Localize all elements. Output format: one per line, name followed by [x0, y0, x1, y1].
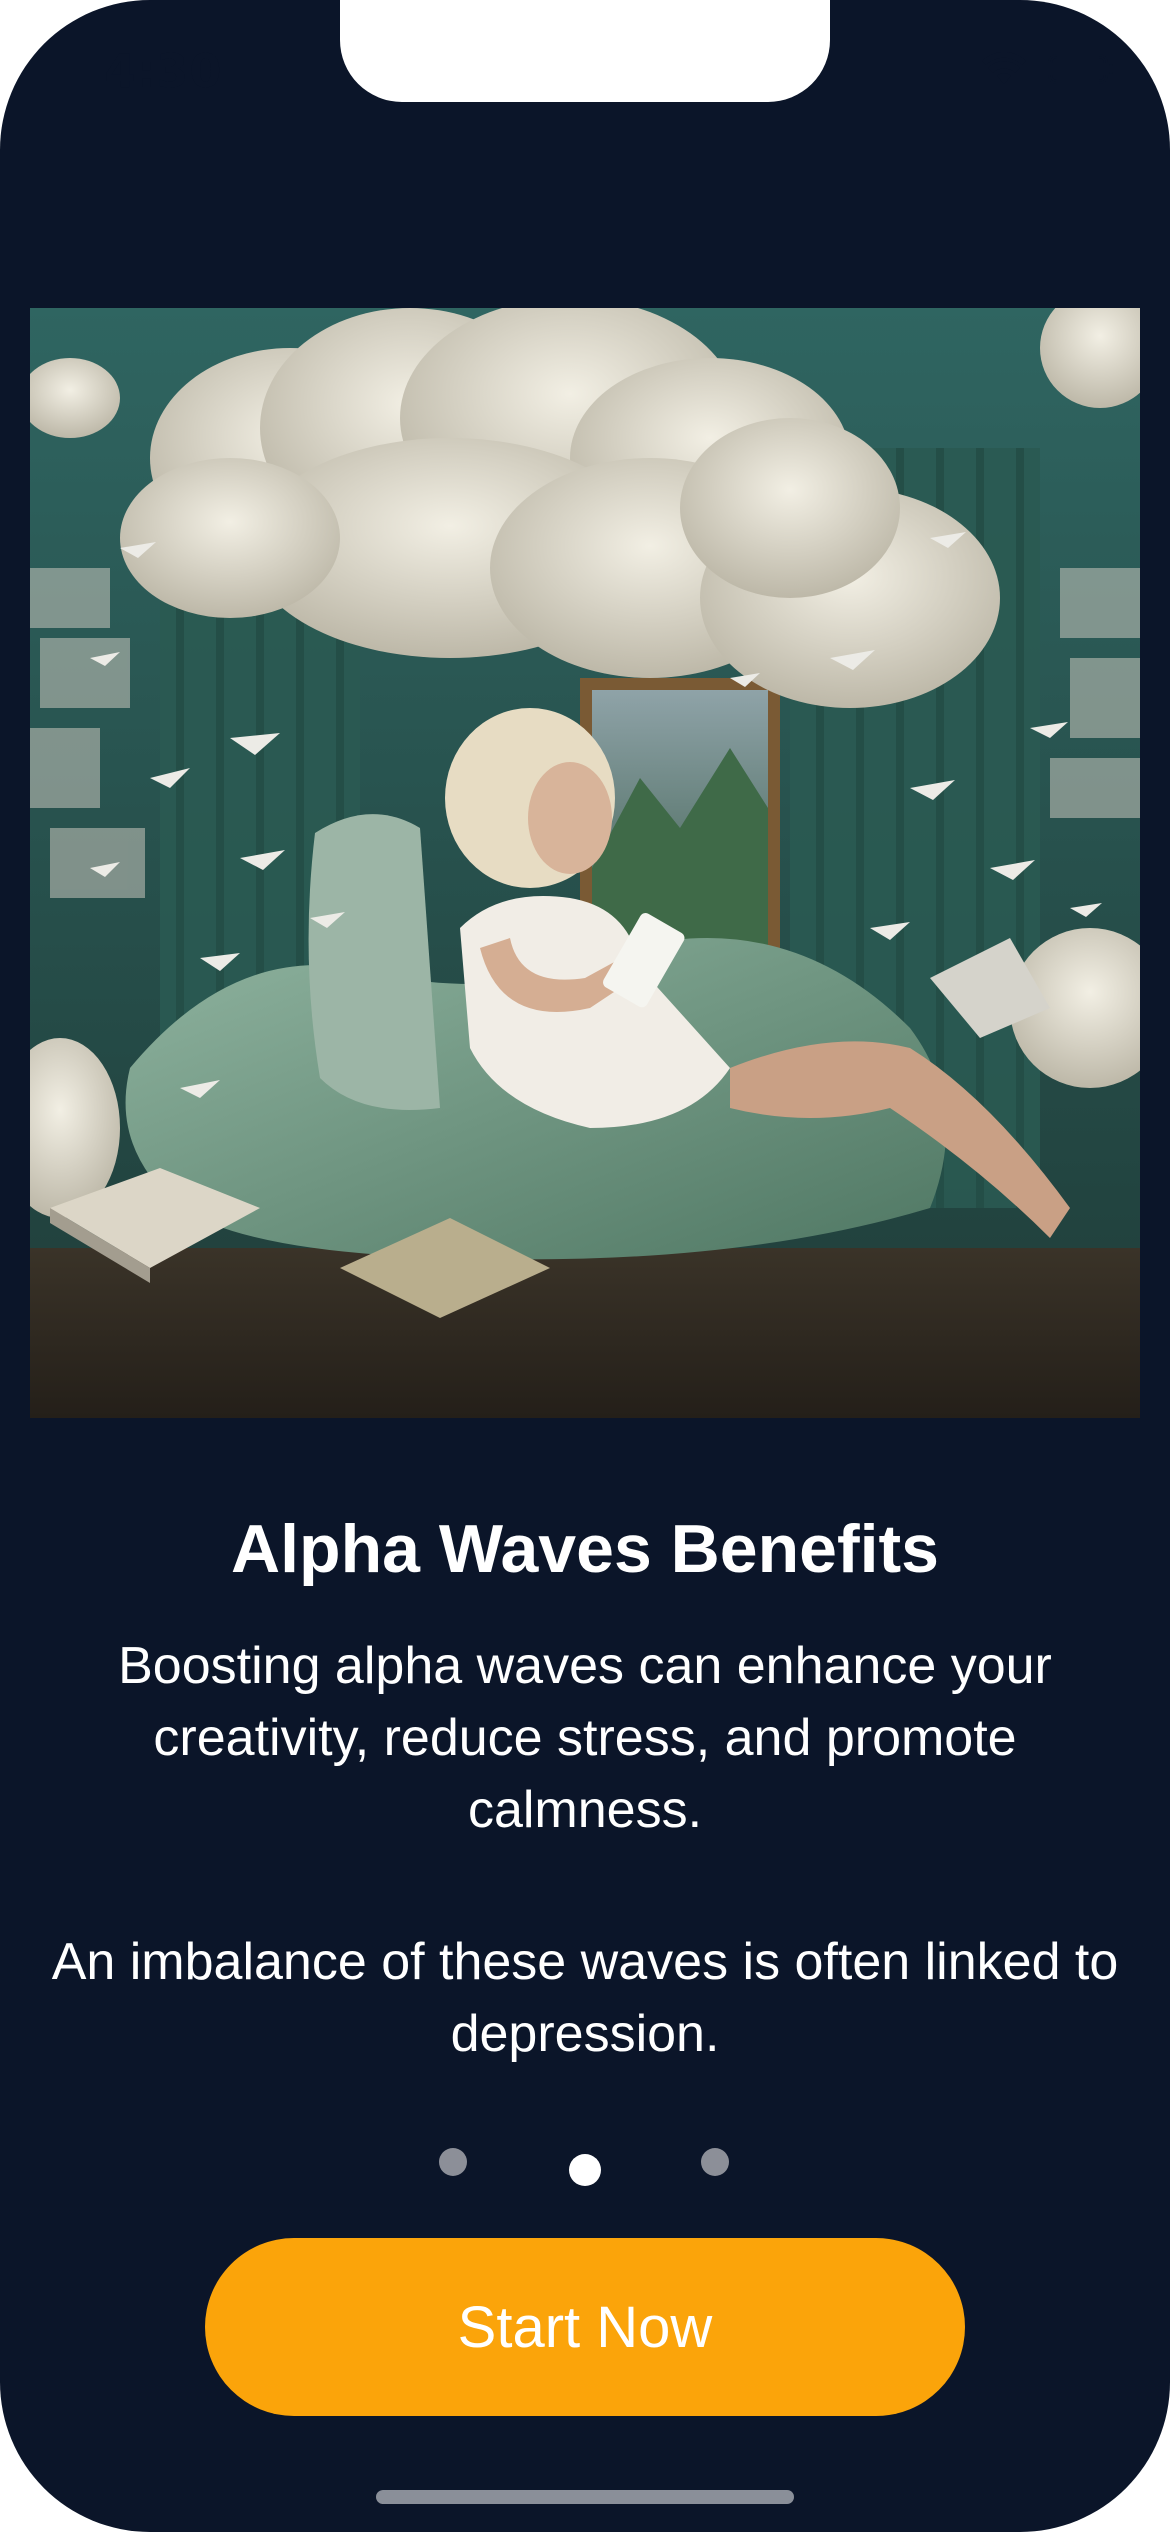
start-now-button[interactable]: Start Now	[205, 2238, 965, 2416]
device-notch	[340, 0, 830, 102]
wifi-icon	[982, 52, 1026, 86]
onboarding-paragraph-1: Boosting alpha waves can enhance your cr…	[118, 1637, 1052, 1839]
page-dot-3[interactable]	[701, 2148, 729, 2176]
page-indicator[interactable]	[0, 2146, 1170, 2186]
home-indicator[interactable]	[376, 2490, 794, 2504]
onboarding-paragraph-2: An imbalance of these waves is often lin…	[51, 1933, 1119, 2063]
page-dot-2-active[interactable]	[569, 2154, 601, 2186]
phone-screen: 4:30 Alpha Waves Benefits Boosting alpha…	[0, 0, 1170, 2532]
battery-icon	[1048, 54, 1114, 84]
status-icons	[982, 52, 1114, 86]
status-time: 4:30	[104, 44, 223, 98]
onboarding-title: Alpha Waves Benefits	[231, 1511, 939, 1587]
page-dot-1[interactable]	[439, 2148, 467, 2176]
hero-image	[30, 308, 1140, 1418]
